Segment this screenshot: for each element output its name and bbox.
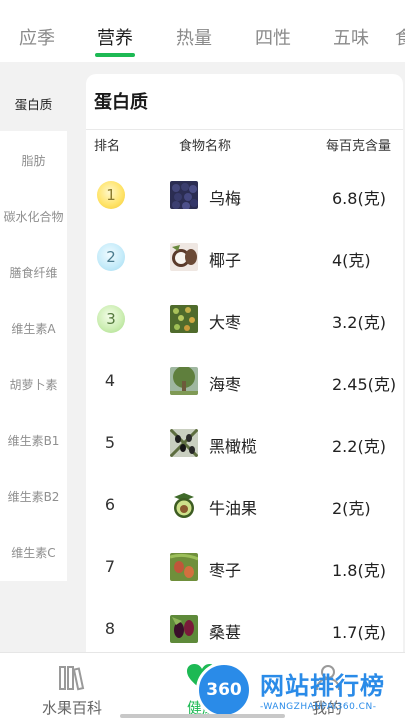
nav-item-fruit-encyclopedia[interactable]: 水果百科: [28, 653, 118, 720]
tab-four-natures[interactable]: 四性: [255, 24, 291, 50]
rank-number: 3: [106, 310, 116, 328]
amount-value: 6.8(克): [332, 189, 386, 208]
gold-medal-icon: 1: [97, 181, 125, 209]
sidebar-item-vitamin-c[interactable]: 维生素C: [0, 524, 67, 580]
rank-number: 2: [106, 248, 116, 266]
books-icon: [58, 665, 88, 695]
nutrient-sidebar: 蛋白质 脂肪 碳水化合物 膳食纤维 维生素A 胡萝卜素 维生素B1 维生素B2 …: [0, 75, 67, 581]
watermark-logo: 360: [196, 662, 252, 718]
ranking-row[interactable]: 2 椰子 4(克): [86, 228, 403, 290]
tab-seasonal[interactable]: 应季: [19, 24, 55, 50]
rank-number: 4: [104, 371, 116, 390]
food-name: 枣子: [209, 561, 242, 580]
food-name: 大枣: [209, 313, 242, 332]
sidebar-item-vitamin-a[interactable]: 维生素A: [0, 300, 67, 356]
column-header-rank: 排名: [94, 139, 121, 154]
column-header-food-name: 食物名称: [179, 139, 232, 154]
column-header-amount: 每百克含量: [326, 139, 392, 154]
mulberry-thumbnail: [170, 615, 198, 643]
jujube-tree-thumbnail: [170, 305, 198, 333]
bronze-medal-icon: 3: [97, 305, 125, 333]
sidebar-item-carbohydrate[interactable]: 碳水化合物: [0, 188, 67, 244]
red-dates-thumbnail: [170, 553, 198, 581]
amount-value: 3.2(克): [332, 313, 386, 332]
amount-value: 2.2(克): [332, 437, 386, 456]
silver-medal-icon: 2: [97, 243, 125, 271]
ranking-row[interactable]: 4 海枣 2.45(克): [86, 352, 403, 414]
ranking-row[interactable]: 7 枣子 1.8(克): [86, 538, 403, 600]
food-name: 黑橄榄: [209, 437, 258, 456]
sidebar-item-vitamin-b2[interactable]: 维生素B2: [0, 468, 67, 524]
tab-food[interactable]: 食: [395, 24, 405, 50]
amount-value: 1.7(克): [332, 623, 386, 642]
watermark: 360 网站排行榜 -WANGZHANPAI360.CN-: [196, 660, 405, 720]
ranking-row[interactable]: 5 黑橄榄 2.2(克): [86, 414, 403, 476]
coconut-thumbnail: [170, 243, 198, 271]
rank-number: 7: [104, 557, 116, 576]
card-title: 蛋白质: [94, 92, 148, 113]
ranking-row[interactable]: 6 牛油果 2(克): [86, 476, 403, 538]
tab-calories[interactable]: 热量: [176, 24, 212, 50]
avocado-thumbnail: [170, 491, 198, 519]
rank-number: 6: [104, 495, 116, 514]
sidebar-item-vitamin-b1[interactable]: 维生素B1: [0, 412, 67, 468]
sidebar-item-carotene[interactable]: 胡萝卜素: [0, 356, 67, 412]
ranking-row[interactable]: 3 大枣 3.2(克): [86, 290, 403, 352]
sidebar-item-fat[interactable]: 脂肪: [0, 132, 67, 188]
amount-value: 4(克): [332, 251, 371, 270]
tab-nutrition[interactable]: 营养: [97, 24, 133, 50]
rank-number: 5: [104, 433, 116, 452]
amount-value: 1.8(克): [332, 561, 386, 580]
watermark-url: -WANGZHANPAI360.CN-: [260, 702, 377, 712]
food-name: 牛油果: [209, 499, 258, 518]
food-name: 海枣: [209, 375, 242, 394]
watermark-title: 网站排行榜: [260, 672, 385, 700]
tab-five-flavors[interactable]: 五味: [333, 24, 369, 50]
amount-value: 2(克): [332, 499, 371, 518]
amount-value: 2.45(克): [332, 375, 397, 394]
dark-plums-thumbnail: [170, 181, 198, 209]
home-indicator: [120, 714, 285, 718]
divider: [86, 129, 403, 130]
date-palm-thumbnail: [170, 367, 198, 395]
sidebar-item-protein[interactable]: 蛋白质: [0, 75, 67, 131]
black-olives-thumbnail: [170, 429, 198, 457]
ranking-row[interactable]: 1 乌梅 6.8(克): [86, 166, 403, 228]
active-tab-indicator: [95, 53, 135, 57]
nav-label: 水果百科: [42, 699, 103, 717]
food-name: 桑葚: [209, 623, 242, 642]
top-tab-bar: 应季 营养 热量 四性 五味 食: [0, 0, 405, 62]
food-name: 椰子: [209, 251, 242, 270]
ranking-card: 蛋白质 排名 食物名称 每百克含量 1 乌梅 6.8(克) 2 椰子 4(克) …: [86, 74, 403, 674]
rank-number: 1: [106, 186, 116, 204]
rank-number: 8: [104, 619, 116, 638]
food-name: 乌梅: [209, 189, 242, 208]
sidebar-item-dietary-fiber[interactable]: 膳食纤维: [0, 244, 67, 300]
